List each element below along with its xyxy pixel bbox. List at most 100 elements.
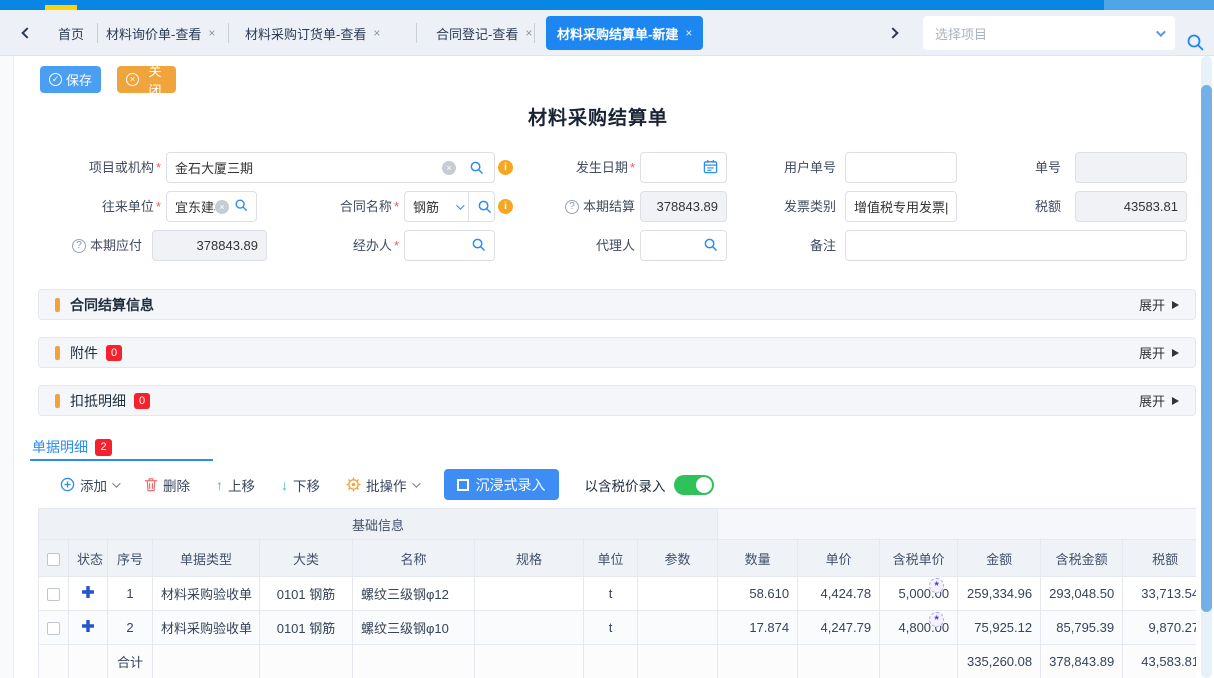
vertical-scrollbar-track[interactable] (1201, 56, 1212, 678)
contract-field[interactable]: 钢筋 (404, 191, 495, 222)
tab-home[interactable]: 首页 (58, 16, 84, 50)
date-field[interactable] (640, 152, 727, 183)
category-cell: 0101 钢筋 (260, 611, 353, 645)
tax-label: 税额 (1021, 191, 1061, 222)
agent-search-icon[interactable] (703, 237, 718, 255)
tab-document-detail[interactable]: 单据明细 2 (32, 437, 112, 457)
row-checkbox[interactable] (47, 622, 60, 635)
vertical-scrollbar-thumb[interactable] (1201, 85, 1212, 612)
tabs-scroll-right-icon[interactable] (884, 24, 902, 42)
summary-tax-cell: 43,583.81 (1123, 645, 1196, 678)
help-icon[interactable]: ? (565, 200, 579, 214)
tab-settlement-new-active[interactable]: 材料采购结算单-新建 × (546, 16, 703, 50)
current-settlement-value: 378843.89 (649, 199, 718, 214)
tab-label: 合同登记-查看 (436, 24, 518, 43)
tab-close-icon[interactable]: × (208, 26, 215, 40)
tab-contract-register[interactable]: 合同登记-查看 × (436, 16, 532, 50)
vendor-field[interactable]: 宜东建材 × (166, 191, 257, 222)
tabs-scroll-left-icon[interactable] (18, 24, 36, 42)
remark-input[interactable] (854, 238, 1178, 253)
select-all-checkbox[interactable] (47, 553, 60, 566)
app-window: 首页 材料询价单-查看 × 材料采购订货单-查看 × 合同登记-查看 × 材料采… (0, 0, 1214, 678)
left-gutter (0, 56, 14, 678)
section-title: 附件 (70, 343, 98, 363)
project-select[interactable]: 选择项目 (923, 16, 1175, 50)
handler-search-icon[interactable] (471, 237, 486, 255)
project-field[interactable]: 金石大厦三期 × (166, 152, 495, 183)
summary-row: 合计 335,260.08 378,843.89 43,583.81 (39, 645, 1197, 678)
tax-price-cell[interactable]: *5,000.00 (880, 577, 958, 611)
close-button[interactable]: × 关闭 (117, 66, 176, 93)
col-price: 单价 (798, 540, 880, 577)
user-no-input[interactable] (854, 160, 948, 175)
select-all-cell (39, 540, 69, 577)
tax-amount-cell: 85,795.39 (1041, 611, 1123, 645)
seq-cell: 2 (108, 611, 153, 645)
chevron-left-icon (21, 27, 32, 38)
handler-field[interactable] (404, 230, 495, 261)
name-cell: 螺纹三级钢φ12 (353, 577, 475, 611)
table-group-header-empty (718, 509, 1196, 540)
delete-button[interactable]: 删除 (144, 475, 190, 495)
row-checkbox[interactable] (47, 588, 60, 601)
clear-icon[interactable]: × (442, 161, 456, 175)
agent-field[interactable] (640, 230, 727, 261)
summary-empty-cell (353, 645, 475, 678)
trash-icon (144, 477, 158, 492)
tax-price-toggle[interactable] (674, 475, 714, 495)
user-no-field[interactable] (845, 152, 957, 183)
move-up-button[interactable]: ↑ 上移 (216, 475, 255, 495)
expand-button[interactable]: 展开 (1139, 295, 1179, 314)
col-qty: 数量 (718, 540, 798, 577)
table-row: 2 材料采购验收单 0101 钢筋 螺纹三级钢φ10 t 17.874 4,24… (39, 611, 1197, 645)
tax-price-cell[interactable]: *4,800.00 (880, 611, 958, 645)
chevron-down-icon[interactable] (456, 201, 464, 209)
project-search-icon[interactable] (461, 160, 486, 175)
invoice-type-label: 发票类别 (776, 191, 836, 222)
expand-label: 展开 (1139, 391, 1165, 410)
move-down-button[interactable]: ↓ 下移 (281, 475, 320, 495)
project-info-icon[interactable]: i (498, 160, 513, 175)
save-button[interactable]: ✓ 保存 (40, 66, 101, 93)
batch-operation-button[interactable]: 批操作 (346, 475, 418, 495)
tab-material-inquiry[interactable]: 材料询价单-查看 × (106, 16, 215, 50)
remark-field[interactable] (845, 230, 1187, 261)
calendar-icon[interactable] (703, 159, 718, 177)
table-group-header: 基础信息 (39, 509, 718, 540)
expand-button[interactable]: 展开 (1139, 343, 1179, 362)
help-icon[interactable]: ? (72, 239, 86, 253)
section-deduction-detail[interactable]: 扣抵明细 0 展开 (38, 385, 1196, 416)
tax-amount-cell: 293,048.50 (1041, 577, 1123, 611)
clear-icon[interactable]: × (215, 200, 229, 214)
param-cell (638, 577, 718, 611)
summary-empty-cell (475, 645, 584, 678)
section-attachments[interactable]: 附件 0 展开 (38, 337, 1196, 368)
arrow-down-icon: ↓ (281, 477, 288, 493)
tab-label: 单据明细 (32, 437, 88, 457)
vendor-search-icon[interactable] (234, 198, 248, 215)
category-cell: 0101 钢筋 (260, 577, 353, 611)
tab-label: 首页 (58, 24, 84, 43)
col-param: 参数 (638, 540, 718, 577)
tab-close-icon[interactable]: × (525, 26, 532, 40)
tab-close-icon[interactable]: × (685, 26, 692, 40)
invoice-type-field[interactable]: 增值税专用发票|13 (845, 191, 957, 222)
tab-close-icon[interactable]: × (373, 26, 380, 40)
close-button-label: 关闭 (143, 61, 167, 99)
section-marker (55, 346, 60, 360)
detail-table: 基础信息 状态 序号 单据类型 大类 名称 规格 单位 参数 数量 单价 含税单… (38, 508, 1196, 678)
col-doc-type: 单据类型 (153, 540, 260, 577)
plus-status-icon (82, 620, 94, 632)
immersive-entry-button[interactable]: 沉浸式录入 (444, 469, 559, 500)
plus-circle-icon (60, 477, 75, 492)
tab-purchase-order[interactable]: 材料采购订货单-查看 × (245, 16, 380, 50)
contract-value: 钢筋 (413, 197, 456, 216)
search-icon[interactable] (1186, 33, 1205, 57)
section-contract-settlement[interactable]: 合同结算信息 展开 (38, 289, 1196, 320)
add-button[interactable]: 添加 (60, 475, 118, 495)
col-category: 大类 (260, 540, 353, 577)
contract-search-icon[interactable] (469, 199, 494, 214)
expand-button[interactable]: 展开 (1139, 391, 1179, 410)
tab-separator (416, 23, 417, 43)
required-marker: * (156, 199, 161, 214)
